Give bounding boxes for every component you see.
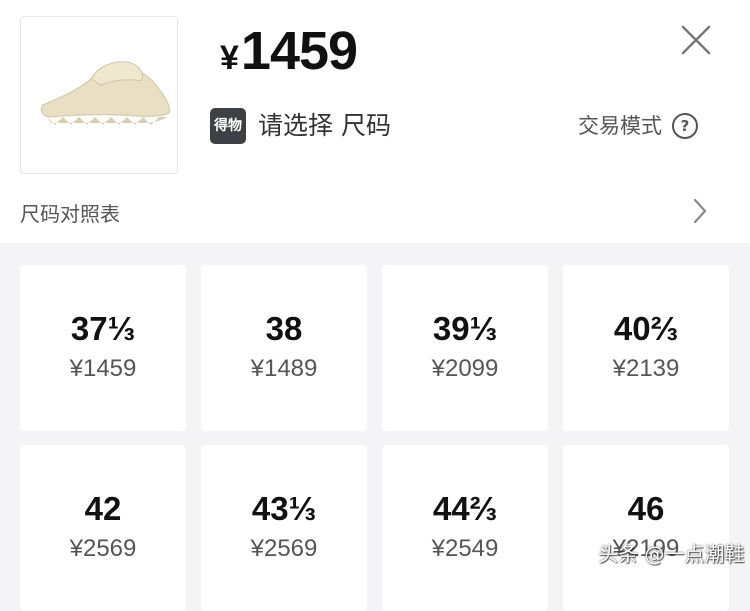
size-option-card[interactable]: 38 ¥1489 <box>201 265 367 431</box>
size-chart-link[interactable]: 尺码对照表 <box>0 190 750 234</box>
size-value: 37⅓ <box>70 310 136 347</box>
product-thumbnail <box>20 16 178 174</box>
size-value: 40⅔ <box>613 310 679 347</box>
watermark: 头条 @一点潮鞋 <box>598 542 745 566</box>
size-option-card[interactable]: 43⅓ ¥2569 <box>201 445 367 611</box>
product-header: ¥ 1459 得物 请选择 尺码 交易模式 ? 尺码对照表 <box>0 0 750 243</box>
size-value: 43⅓ <box>251 490 317 527</box>
trade-mode-link[interactable]: 交易模式 ? <box>578 110 698 142</box>
size-value: 46 <box>627 490 665 527</box>
size-value: 44⅔ <box>432 490 498 527</box>
size-price: ¥2549 <box>431 535 499 562</box>
close-button[interactable] <box>680 24 712 56</box>
size-option-card[interactable]: 39⅓ ¥2099 <box>382 265 548 431</box>
help-icon[interactable]: ? <box>672 113 698 139</box>
chevron-right-icon <box>693 198 707 224</box>
price-amount: 1459 <box>240 21 358 81</box>
size-price: ¥2099 <box>431 355 499 382</box>
size-chart-label: 尺码对照表 <box>20 202 120 226</box>
slide-sandal-icon <box>40 61 170 125</box>
size-grid: 37⅓ ¥1459 38 ¥1489 39⅓ ¥2099 40⅔ ¥2139 4… <box>0 243 750 611</box>
size-price: ¥2569 <box>250 535 318 562</box>
size-value: 39⅓ <box>432 310 498 347</box>
close-icon <box>681 25 711 55</box>
size-price: ¥2569 <box>69 535 137 562</box>
size-option-card[interactable]: 46 ¥2199 <box>563 445 729 611</box>
selected-price: ¥ 1459 <box>220 20 358 82</box>
brand-badge: 得物 <box>210 108 246 144</box>
size-option-card[interactable]: 44⅔ ¥2549 <box>382 445 548 611</box>
currency-symbol: ¥ <box>220 39 239 77</box>
size-price: ¥1459 <box>69 355 137 382</box>
size-value: 38 <box>265 310 303 347</box>
size-option-card[interactable]: 40⅔ ¥2139 <box>563 265 729 431</box>
size-option-card[interactable]: 37⅓ ¥1459 <box>20 265 186 431</box>
size-option-card[interactable]: 42 ¥2569 <box>20 445 186 611</box>
size-value: 42 <box>84 490 122 527</box>
select-size-prompt: 请选择 尺码 <box>258 111 391 140</box>
size-price: ¥2139 <box>612 355 680 382</box>
size-price: ¥1489 <box>250 355 318 382</box>
trade-mode-label: 交易模式 <box>578 114 662 138</box>
